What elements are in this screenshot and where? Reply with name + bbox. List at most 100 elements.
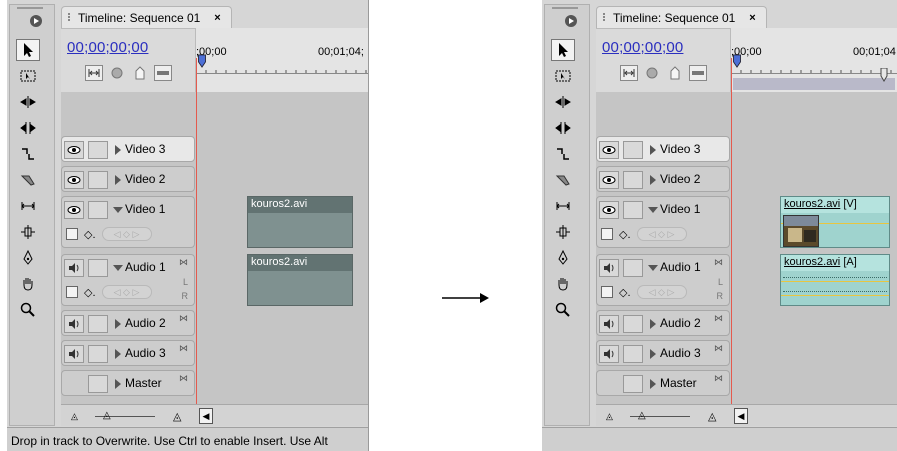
expand-triangle-icon[interactable] <box>650 319 656 329</box>
timeline-tab[interactable]: Timeline: Sequence 01 × <box>61 6 232 28</box>
toggle-track-output-button[interactable] <box>64 259 84 277</box>
hand-tool[interactable] <box>551 273 575 295</box>
current-timecode[interactable]: 00;00;00;00 <box>67 39 148 56</box>
expand-triangle-icon[interactable] <box>650 349 656 359</box>
marker-button[interactable] <box>643 65 661 81</box>
toggle-lock-button[interactable] <box>623 141 643 159</box>
toggle-lock-button[interactable] <box>88 259 108 277</box>
playhead-icon[interactable] <box>197 54 207 68</box>
expand-triangle-icon[interactable] <box>115 319 121 329</box>
toggle-output-button[interactable] <box>64 141 84 159</box>
marker-button[interactable] <box>108 65 126 81</box>
pen-tool[interactable] <box>551 247 575 269</box>
track-header-video-2[interactable]: Video 2 <box>596 166 730 192</box>
track-header-audio-3[interactable]: Audio 3 ⋈ <box>596 340 730 366</box>
toggle-track-output-button[interactable] <box>64 315 84 333</box>
unnumbered-marker-button[interactable] <box>666 65 684 81</box>
selection-tool[interactable] <box>551 39 575 61</box>
razor-tool[interactable] <box>16 169 40 191</box>
timeline-tab[interactable]: Timeline: Sequence 01 × <box>596 6 767 28</box>
toggle-lock-button[interactable] <box>88 171 108 189</box>
keyframe-navigator[interactable]: ◁ ◇ ▷ <box>101 227 152 241</box>
zoom-out-icon[interactable]: ◬ <box>606 411 613 422</box>
scroll-left-button[interactable]: ◀ <box>199 408 213 424</box>
track-header-audio-2[interactable]: Audio 2 ⋈ <box>61 310 195 336</box>
zoom-tool[interactable] <box>551 299 575 321</box>
keyframe-navigator[interactable]: ◁ ◇ ▷ <box>636 227 687 241</box>
toggle-track-output-button[interactable] <box>599 315 619 333</box>
slip-tool[interactable] <box>16 195 40 217</box>
keyframe-navigator[interactable]: ◁ ◇ ▷ <box>636 285 687 299</box>
expand-triangle-icon[interactable] <box>115 379 121 389</box>
toggle-lock-button[interactable] <box>88 345 108 363</box>
collapse-triangle-icon[interactable] <box>648 207 658 213</box>
collapse-triangle-icon[interactable] <box>113 265 123 271</box>
volume-line-right[interactable] <box>781 295 889 296</box>
track-header-audio-1[interactable]: Audio 1 ⋈ L R ◇. ◁ ◇ ▷ <box>61 254 195 306</box>
toggle-lock-button[interactable] <box>623 375 643 393</box>
tab-close-button[interactable]: × <box>749 12 755 24</box>
selection-tool[interactable] <box>16 39 40 61</box>
razor-tool[interactable] <box>551 169 575 191</box>
current-timecode[interactable]: 00;00;00;00 <box>602 39 683 56</box>
toggle-lock-button[interactable] <box>88 201 108 219</box>
waveform-display-icon[interactable] <box>601 286 613 298</box>
keyframes-icon[interactable]: ◇. <box>84 228 96 241</box>
keyframes-icon[interactable]: ◇. <box>619 228 631 241</box>
clip-audio[interactable]: kouros2.avi [A] <box>780 254 890 306</box>
work-area-bar[interactable] <box>733 78 895 90</box>
toggle-lock-button[interactable] <box>623 201 643 219</box>
track-select-tool[interactable] <box>16 65 40 87</box>
track-header-master[interactable]: Master ⋈ <box>61 370 195 396</box>
zoom-in-icon[interactable]: ◬ <box>173 410 181 423</box>
work-area-end-handle[interactable] <box>879 68 889 82</box>
track-header-master[interactable]: Master ⋈ <box>596 370 730 396</box>
toggle-lock-button[interactable] <box>623 315 643 333</box>
snap-button[interactable] <box>620 65 638 81</box>
tools-grip[interactable] <box>552 7 578 12</box>
hand-tool[interactable] <box>16 273 40 295</box>
tools-grip[interactable] <box>17 7 43 12</box>
volume-line-left[interactable] <box>781 281 889 282</box>
display-style-icon[interactable] <box>66 228 78 240</box>
snap-button[interactable] <box>85 65 103 81</box>
track-header-audio-2[interactable]: Audio 2 ⋈ <box>596 310 730 336</box>
toggle-lock-button[interactable] <box>88 375 108 393</box>
clip-video[interactable]: kouros2.avi [V] <box>780 196 890 248</box>
waveform-display-icon[interactable] <box>66 286 78 298</box>
zoom-tool[interactable] <box>16 299 40 321</box>
time-ruler[interactable]: ;00;00 00;01;04; <box>195 28 368 92</box>
slide-tool[interactable] <box>16 221 40 243</box>
toggle-output-button[interactable] <box>599 171 619 189</box>
toggle-track-output-button[interactable] <box>599 259 619 277</box>
slide-tool[interactable] <box>551 221 575 243</box>
rate-stretch-tool[interactable] <box>16 143 40 165</box>
expand-triangle-icon[interactable] <box>115 349 121 359</box>
rate-stretch-tool[interactable] <box>551 143 575 165</box>
expand-triangle-icon[interactable] <box>650 175 656 185</box>
toggle-output-button[interactable] <box>64 201 84 219</box>
playhead-icon[interactable] <box>732 54 742 68</box>
rolling-edit-tool[interactable] <box>16 117 40 139</box>
toggle-track-output-button[interactable] <box>64 345 84 363</box>
unnumbered-marker-button[interactable] <box>131 65 149 81</box>
track-select-tool[interactable] <box>551 65 575 87</box>
ripple-edit-tool[interactable] <box>551 91 575 113</box>
toggle-lock-button[interactable] <box>623 345 643 363</box>
ripple-edit-tool[interactable] <box>16 91 40 113</box>
clip-video-ghost[interactable]: kouros2.avi <box>247 196 353 248</box>
scroll-left-button[interactable]: ◀ <box>734 408 748 424</box>
zoom-slider-handle[interactable]: ◬ <box>638 410 646 421</box>
zoom-in-icon[interactable]: ◬ <box>708 410 716 423</box>
slip-tool[interactable] <box>551 195 575 217</box>
zoom-slider-handle[interactable]: ◬ <box>103 410 111 421</box>
keyframes-icon[interactable]: ◇. <box>84 286 96 299</box>
toggle-output-button[interactable] <box>599 141 619 159</box>
track-header-audio-1[interactable]: Audio 1 ⋈ L R ◇. ◁ ◇ ▷ <box>596 254 730 306</box>
toggle-track-output-button[interactable] <box>599 345 619 363</box>
zoom-out-icon[interactable]: ◬ <box>71 411 78 422</box>
toggle-lock-button[interactable] <box>88 141 108 159</box>
work-area-button[interactable] <box>154 65 172 81</box>
work-area-button[interactable] <box>689 65 707 81</box>
collapse-triangle-icon[interactable] <box>113 207 123 213</box>
